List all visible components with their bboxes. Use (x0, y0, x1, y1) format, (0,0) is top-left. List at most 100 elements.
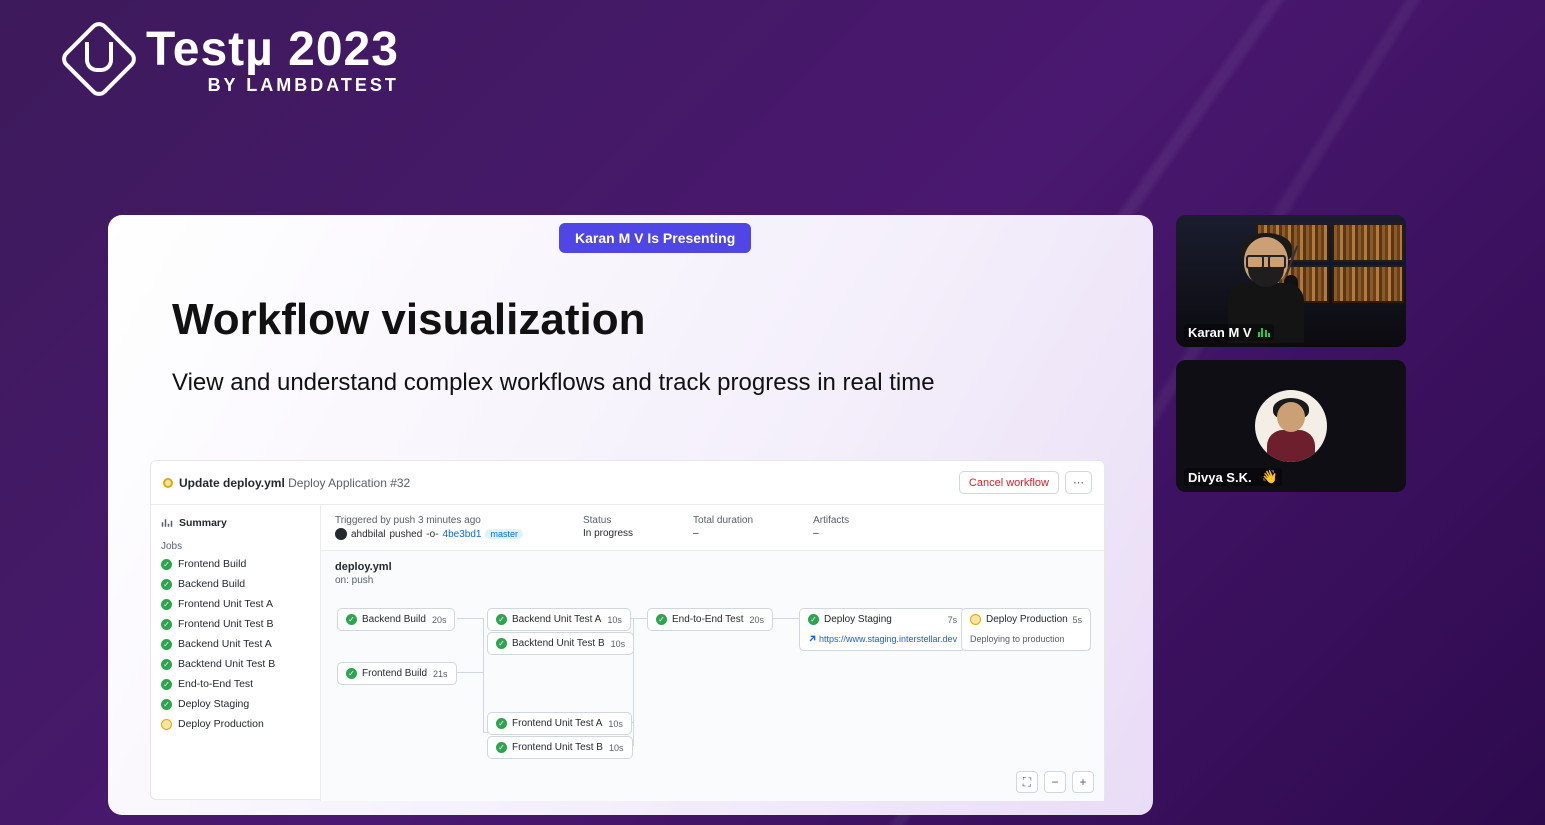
presenter-badge: Karan M V Is Presenting (559, 223, 751, 253)
check-icon: ✓ (808, 614, 819, 625)
run-meta: Triggered by push 3 minutes ago ahdbilal… (321, 505, 1104, 551)
commit-sha[interactable]: 4be3bd1 (443, 529, 482, 540)
node-duration: 21s (433, 669, 448, 679)
event-brand: Testµ 2023 BY LAMBDATEST (70, 22, 399, 96)
node-backend-ut-a[interactable]: ✓ Backend Unit Test A 10s (487, 608, 631, 631)
audio-level-icon (1258, 328, 1271, 337)
status-value: In progress (583, 528, 633, 539)
node-label: Backtend Unit Test B (512, 638, 605, 649)
external-link-icon (808, 635, 816, 643)
duration-label: Total duration (693, 515, 753, 526)
node-deploy-staging[interactable]: ✓Deploy Staging 7s https://www.staging.i… (799, 608, 966, 651)
lambdatest-logo-icon (58, 18, 140, 100)
job-label: Frontend Build (178, 558, 246, 570)
node-duration: 10s (609, 743, 624, 753)
avatar (1255, 390, 1327, 462)
check-icon: ✓ (161, 619, 172, 630)
check-icon: ✓ (656, 614, 667, 625)
node-frontend-ut-a[interactable]: ✓Frontend Unit Test A 10s (487, 712, 632, 735)
node-label: Backend Unit Test A (512, 614, 601, 625)
sidebar-job-item[interactable]: ✓Frontend Unit Test A (161, 594, 310, 614)
sidebar-summary[interactable]: Summary (161, 513, 310, 535)
workflow-canvas: ✓Backend Build 20s ✓ Frontend Build 21s ✓… (335, 604, 1090, 774)
run-menu-button[interactable]: ⋯ (1065, 471, 1092, 494)
run-header: Update deploy.yml Deploy Application #32… (151, 461, 1104, 505)
check-icon: ✓ (496, 614, 507, 625)
node-backend-ut-b[interactable]: ✓ Backtend Unit Test B 10s (487, 632, 634, 655)
branch-tag[interactable]: master (485, 529, 523, 539)
brand-title: Testµ 2023 (146, 22, 399, 77)
actor-name[interactable]: ahdbilal (351, 529, 385, 540)
zoom-in-button[interactable]: + (1072, 771, 1094, 793)
node-label: Deploy Production (986, 614, 1068, 625)
jobs-label: Jobs (161, 541, 310, 552)
triggered-label: Triggered by push 3 minutes ago (335, 515, 523, 526)
sidebar-job-item[interactable]: ✓ Backend Build (161, 574, 310, 594)
check-icon: ✓ (346, 614, 357, 625)
participant-name-label: Divya S.K. 👋 (1184, 468, 1282, 486)
zoom-out-button[interactable]: − (1044, 771, 1066, 793)
workflow-trigger: on: push (335, 575, 1090, 586)
node-e2e-test[interactable]: ✓ End-to-End Test 20s (647, 608, 773, 631)
node-duration: 20s (750, 615, 765, 625)
pending-icon (970, 614, 981, 625)
sidebar-job-item[interactable]: ✓ Backtend Unit Test B (161, 654, 310, 674)
workflow-graph[interactable]: deploy.yml on: push (321, 551, 1104, 801)
cancel-workflow-button[interactable]: Cancel workflow (959, 471, 1059, 494)
check-icon: ✓ (161, 699, 172, 710)
wave-emoji: 👋 (1262, 469, 1278, 485)
participant-tile-host[interactable]: Divya S.K. 👋 (1176, 360, 1406, 492)
brand-subtitle: BY LAMBDATEST (146, 75, 399, 96)
node-frontend-build[interactable]: ✓ Frontend Build 21s (337, 662, 457, 685)
duration-value: – (693, 528, 753, 539)
run-name: Deploy Application #32 (288, 476, 410, 490)
actor-action: pushed (389, 529, 422, 540)
sidebar-job-item[interactable]: ✓ Frontend Unit Test B (161, 614, 310, 634)
staging-url-link[interactable]: https://www.staging.interstellar.dev (808, 634, 957, 644)
artifacts-label: Artifacts (813, 515, 849, 526)
slide-subtitle: View and understand complex workflows an… (172, 367, 1052, 399)
node-label: Frontend Unit Test B (512, 742, 603, 753)
slide-title: Workflow visualization (172, 295, 1089, 345)
prod-subnote: Deploying to production (970, 634, 1065, 644)
node-duration: 20s (432, 615, 447, 625)
node-duration: 10s (611, 639, 626, 649)
job-label: Deploy Production (178, 718, 264, 730)
node-frontend-ut-b[interactable]: ✓ Frontend Unit Test B 10s (487, 736, 633, 759)
fit-button[interactable]: ⛶ (1016, 771, 1038, 793)
sidebar-job-item[interactable]: ✓End-to-End Test (161, 674, 310, 694)
sidebar-job-item[interactable]: ✓ Frontend Build (161, 554, 310, 574)
check-icon: ✓ (161, 559, 172, 570)
zoom-controls: ⛶ − + (1016, 771, 1094, 793)
sidebar-job-item[interactable]: ✓ Deploy Staging (161, 694, 310, 714)
node-label: Frontend Build (362, 668, 427, 679)
job-label: Backtend Unit Test B (178, 658, 275, 670)
status-pending-icon (163, 478, 173, 488)
node-backend-build[interactable]: ✓Backend Build 20s (337, 608, 455, 631)
check-icon: ✓ (496, 742, 507, 753)
connector-line (633, 618, 647, 619)
node-label: End-to-End Test (672, 614, 744, 625)
commit-message: Update deploy.yml (179, 476, 285, 490)
jobs-sidebar: Summary Jobs ✓ Frontend Build ✓ Backend Bui… (151, 505, 321, 801)
job-label: Frontend Unit Test B (178, 618, 274, 630)
participant-name-label: Karan M V (1184, 324, 1274, 341)
participant-tile-presenter[interactable]: Karan M V (1176, 215, 1406, 347)
job-label: Deploy Staging (178, 698, 249, 710)
sidebar-job-item[interactable]: Deploy Production (161, 714, 310, 734)
node-deploy-production[interactable]: Deploy Production 5s Deploying to produc… (961, 608, 1091, 651)
node-duration: 10s (607, 615, 622, 625)
node-label: Frontend Unit Test A (512, 718, 602, 729)
connector-line (483, 672, 484, 732)
check-icon: ✓ (161, 659, 172, 670)
job-label: Backend Build (178, 578, 245, 590)
check-icon: ✓ (161, 579, 172, 590)
sidebar-job-item[interactable]: ✓Backend Unit Test A (161, 634, 310, 654)
check-icon: ✓ (496, 718, 507, 729)
status-label: Status (583, 515, 633, 526)
artifacts-value: – (813, 528, 849, 539)
check-icon: ✓ (346, 668, 357, 679)
check-icon: ✓ (496, 638, 507, 649)
workflow-file: deploy.yml (335, 561, 1090, 573)
graph-icon (161, 517, 173, 529)
